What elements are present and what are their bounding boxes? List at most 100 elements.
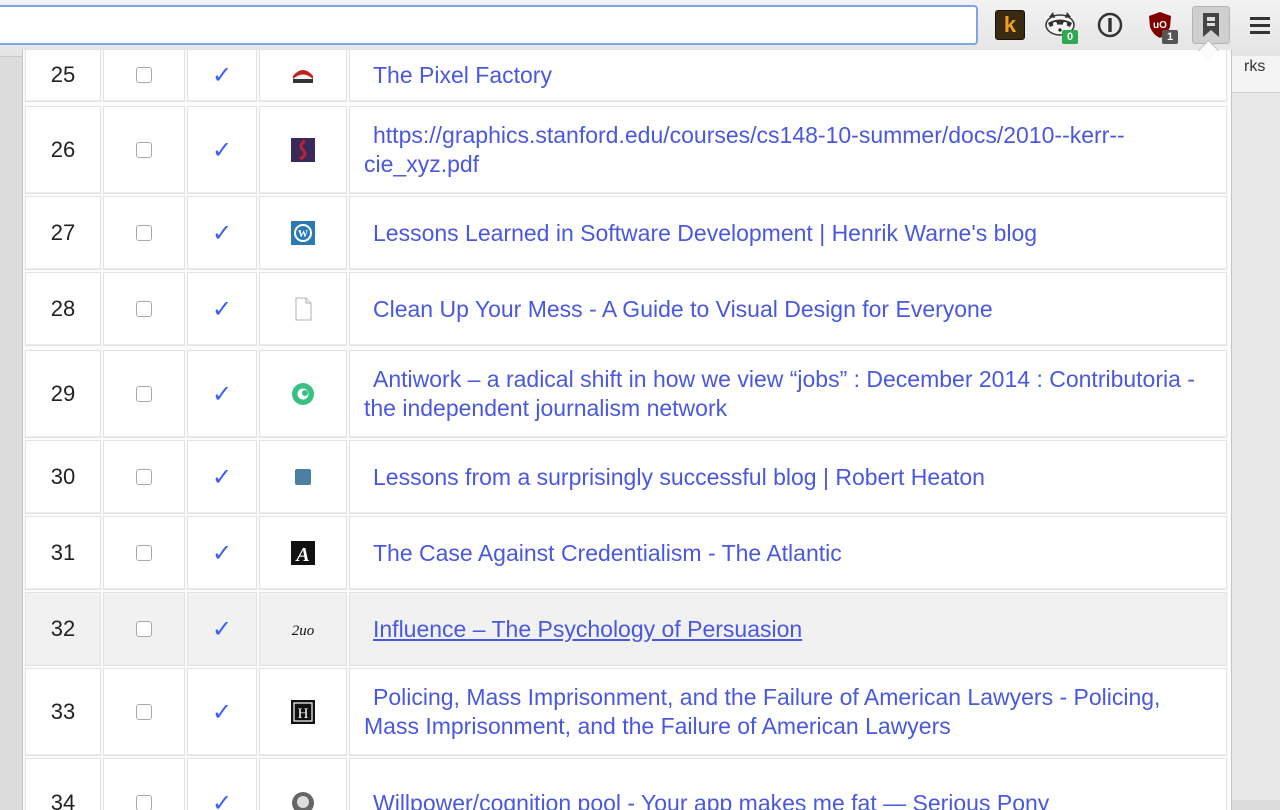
bookmark-row: 32 ✓ 2uo Influence – The Psychology of Pers… xyxy=(23,592,1231,666)
row-favicon-cell: H xyxy=(259,668,347,756)
password-extension-button[interactable] xyxy=(1094,8,1126,42)
row-checkbox[interactable] xyxy=(136,301,152,317)
row-title-cell: Antiwork – a radical shift in how we vie… xyxy=(349,350,1227,438)
favicon-text: H xyxy=(298,706,309,722)
row-favicon-cell xyxy=(259,440,347,514)
bookmark-title-link[interactable]: https://graphics.stanford.edu/courses/cs… xyxy=(364,121,1202,179)
ublock-badge: 1 xyxy=(1162,30,1178,44)
row-number: 34 xyxy=(25,758,101,810)
svg-text:W: W xyxy=(298,229,308,240)
page-partial-text: rks xyxy=(1244,58,1265,76)
row-checkbox-cell xyxy=(103,272,185,346)
row-number: 26 xyxy=(25,106,101,194)
menu-button[interactable] xyxy=(1244,8,1276,42)
bookmark-row: 26 ✓ https://graphics.stanford.edu/courses… xyxy=(23,106,1231,194)
row-checkbox[interactable] xyxy=(136,386,152,402)
bookmark-title-link[interactable]: Clean Up Your Mess - A Guide to Visual D… xyxy=(364,295,993,324)
row-checkbox[interactable] xyxy=(136,469,152,485)
k-icon: k xyxy=(995,10,1025,40)
row-number: 30 xyxy=(25,440,101,514)
row-checkbox[interactable] xyxy=(136,795,152,810)
row-checkbox-cell xyxy=(103,440,185,514)
row-checkbox[interactable] xyxy=(136,142,152,158)
contributoria-icon xyxy=(290,381,316,407)
bookmark-row: 28 ✓ Clean Up Your Mess - A Guide to Visua… xyxy=(23,272,1231,346)
row-status-cell: ✓ xyxy=(187,516,257,590)
row-checkbox-cell xyxy=(103,196,185,270)
checkmark-icon: ✓ xyxy=(212,380,232,409)
row-number: 32 xyxy=(25,592,101,666)
browser-toolbar: k 0 uO 1 xyxy=(0,0,1280,57)
atlantic-icon: A xyxy=(290,540,316,566)
checkmark-icon: ✓ xyxy=(212,219,232,248)
row-status-cell: ✓ xyxy=(187,758,257,810)
bookmark-title-link[interactable]: The Pixel Factory xyxy=(364,61,552,90)
row-status-cell: ✓ xyxy=(187,106,257,194)
row-favicon-cell xyxy=(259,272,347,346)
row-status-cell: ✓ xyxy=(187,592,257,666)
favicon-text: 2uo xyxy=(292,623,315,639)
row-favicon-cell xyxy=(259,350,347,438)
row-checkbox-cell xyxy=(103,758,185,810)
row-title-cell: Lessons Learned in Software Development … xyxy=(349,196,1227,270)
row-title-cell: Clean Up Your Mess - A Guide to Visual D… xyxy=(349,272,1227,346)
row-checkbox[interactable] xyxy=(136,704,152,720)
row-checkbox-cell xyxy=(103,668,185,756)
bookmark-extension-button[interactable] xyxy=(1192,6,1230,44)
row-status-cell: ✓ xyxy=(187,196,257,270)
row-number: 28 xyxy=(25,272,101,346)
k-extension-button[interactable]: k xyxy=(994,8,1026,42)
pixel-factory-icon xyxy=(290,62,316,88)
bookmark-row: 25 ✓ The Pixel Factory xyxy=(23,50,1231,102)
row-checkbox[interactable] xyxy=(136,621,152,637)
row-number: 29 xyxy=(25,350,101,438)
bookmark-icon xyxy=(1200,11,1222,39)
bookmark-row: 29 ✓ Antiwork – a radical shift in how we … xyxy=(23,350,1231,438)
row-favicon-cell: W xyxy=(259,196,347,270)
row-status-cell: ✓ xyxy=(187,668,257,756)
row-title-cell: Lessons from a surprisingly successful b… xyxy=(349,440,1227,514)
checkmark-icon: ✓ xyxy=(212,539,232,568)
harvard-h-icon: H xyxy=(290,699,316,725)
raccoon-badge: 0 xyxy=(1062,30,1078,44)
page-background xyxy=(1230,56,1280,800)
bookmark-row: 34 ✓ Willpower/cognition pool - Your app m… xyxy=(23,758,1231,810)
bookmark-title-link[interactable]: Lessons from a surprisingly successful b… xyxy=(364,463,985,492)
stanford-pdf-icon xyxy=(290,137,316,163)
row-status-cell: ✓ xyxy=(187,50,257,102)
raccoon-extension-button[interactable]: 0 xyxy=(1044,8,1076,42)
row-checkbox[interactable] xyxy=(136,67,152,83)
checkmark-icon: ✓ xyxy=(212,615,232,644)
row-title-cell: The Pixel Factory xyxy=(349,50,1227,102)
bookmarks-popup: 25 ✓ The Pixel Factory 26 ✓ https://graphics.… xyxy=(22,50,1232,810)
bookmark-title-link[interactable]: Policing, Mass Imprisonment, and the Fai… xyxy=(364,683,1202,741)
checkmark-icon: ✓ xyxy=(212,136,232,165)
row-checkbox[interactable] xyxy=(136,545,152,561)
bookmark-title-link[interactable]: The Case Against Credentialism - The Atl… xyxy=(364,539,842,568)
row-checkbox-cell xyxy=(103,516,185,590)
bookmark-title-link[interactable]: Willpower/cognition pool - Your app make… xyxy=(364,789,1049,810)
row-status-cell: ✓ xyxy=(187,440,257,514)
bookmark-row: 27✓WLessons Learned in Software Developm… xyxy=(23,196,1231,270)
bookmark-row: 31 ✓ A The Case Against Credentialism - The… xyxy=(23,516,1231,590)
row-number: 33 xyxy=(25,668,101,756)
row-title-cell: https://graphics.stanford.edu/courses/cs… xyxy=(349,106,1227,194)
ublock-extension-button[interactable]: uO 1 xyxy=(1144,8,1176,42)
row-checkbox-cell xyxy=(103,350,185,438)
checkmark-icon: ✓ xyxy=(212,61,232,90)
row-checkbox-cell xyxy=(103,50,185,102)
bookmark-title-link[interactable]: Influence – The Psychology of Persuasion xyxy=(364,615,802,644)
blank-page-icon xyxy=(290,296,316,322)
bookmark-title-link[interactable]: Lessons Learned in Software Development … xyxy=(364,219,1037,248)
blue-square-icon xyxy=(290,464,316,490)
row-checkbox-cell xyxy=(103,592,185,666)
row-checkbox[interactable] xyxy=(136,225,152,241)
address-bar[interactable] xyxy=(0,5,978,45)
row-title-cell: Influence – The Psychology of Persuasion xyxy=(349,592,1227,666)
row-title-cell: Willpower/cognition pool - Your app make… xyxy=(349,758,1227,810)
bookmark-title-link[interactable]: Antiwork – a radical shift in how we vie… xyxy=(364,365,1202,423)
row-status-cell: ✓ xyxy=(187,272,257,346)
row-number: 31 xyxy=(25,516,101,590)
row-number: 25 xyxy=(25,50,101,102)
checkmark-icon: ✓ xyxy=(212,789,232,810)
